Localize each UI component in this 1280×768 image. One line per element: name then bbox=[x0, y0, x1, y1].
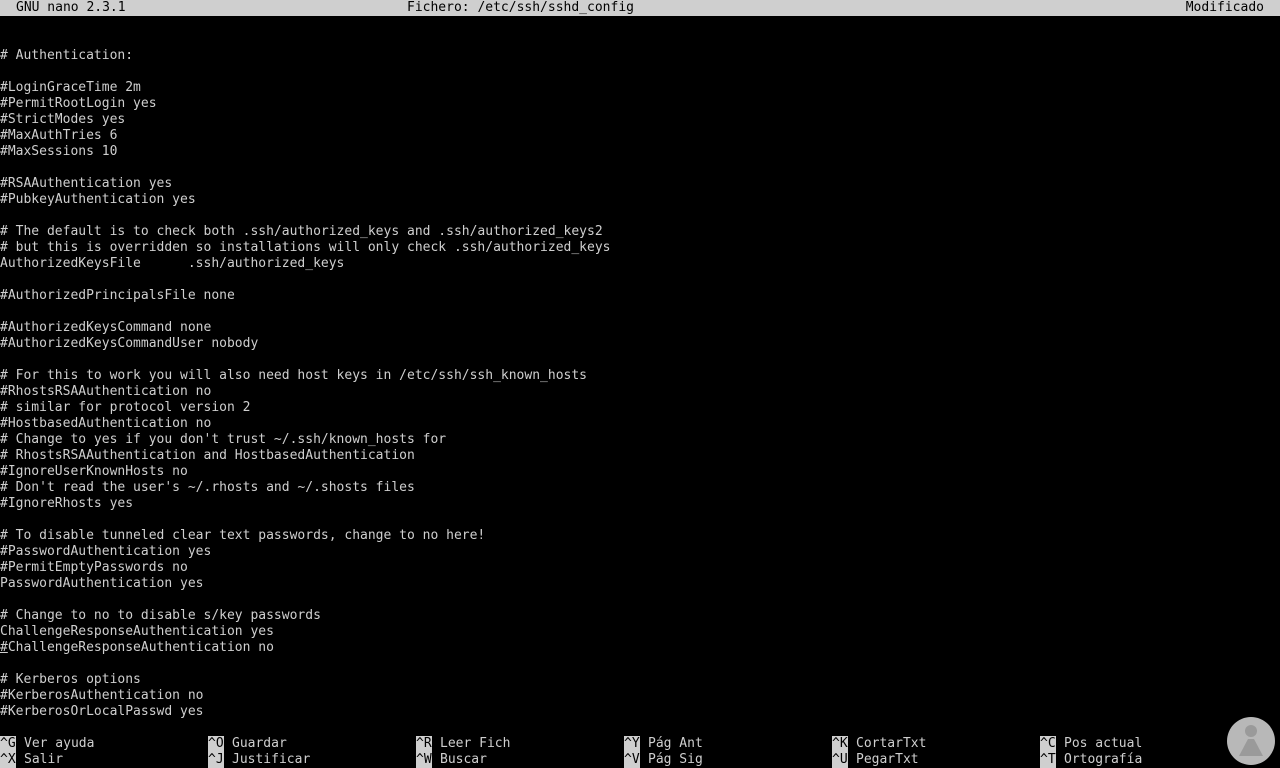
shortcut-key: ^V bbox=[624, 752, 640, 768]
editor-line[interactable]: # For this to work you will also need ho… bbox=[0, 368, 1280, 384]
editor-line[interactable]: #MaxAuthTries 6 bbox=[0, 128, 1280, 144]
editor-line[interactable]: # Change to no to disable s/key password… bbox=[0, 608, 1280, 624]
shortcut-p-g-ant[interactable]: ^Y Pág Ant bbox=[624, 736, 703, 752]
shortcut-label: CortarTxt bbox=[856, 736, 927, 751]
shortcut-key: ^O bbox=[208, 736, 224, 752]
app-version: GNU nano 2.3.1 bbox=[16, 0, 126, 15]
editor-line[interactable] bbox=[0, 160, 1280, 176]
editor-line[interactable]: AuthorizedKeysFile .ssh/authorized_keys bbox=[0, 256, 1280, 272]
editor-line[interactable]: #AuthorizedPrincipalsFile none bbox=[0, 288, 1280, 304]
editor-line-cursor[interactable]: #ChallengeResponseAuthentication no bbox=[0, 640, 1280, 656]
person-logo-icon bbox=[1227, 717, 1275, 765]
shortcut-key: ^K bbox=[832, 736, 848, 752]
editor-line[interactable]: #PubkeyAuthentication yes bbox=[0, 192, 1280, 208]
shortcut-key: ^R bbox=[416, 736, 432, 752]
editor-line[interactable]: #HostbasedAuthentication no bbox=[0, 416, 1280, 432]
editor-line[interactable]: PasswordAuthentication yes bbox=[0, 576, 1280, 592]
editor-line[interactable]: # Authentication: bbox=[0, 48, 1280, 64]
editor-line[interactable] bbox=[0, 352, 1280, 368]
editor-line[interactable]: # Don't read the user's ~/.rhosts and ~/… bbox=[0, 480, 1280, 496]
shortcut-justificar[interactable]: ^J Justificar bbox=[208, 752, 310, 768]
shortcut-label: PegarTxt bbox=[856, 752, 919, 767]
shortcut-ortograf-a[interactable]: ^T Ortografía bbox=[1040, 752, 1142, 768]
editor-line[interactable]: #PasswordAuthentication yes bbox=[0, 544, 1280, 560]
shortcut-key: ^U bbox=[832, 752, 848, 768]
shortcut-key: ^C bbox=[1040, 736, 1056, 752]
editor-line[interactable]: #PermitRootLogin yes bbox=[0, 96, 1280, 112]
shortcut-leer-fich[interactable]: ^R Leer Fich bbox=[416, 736, 510, 752]
editor-line[interactable]: #KerberosOrLocalPasswd yes bbox=[0, 704, 1280, 720]
editor-line[interactable]: ChallengeResponseAuthentication yes bbox=[0, 624, 1280, 640]
shortcut-key: ^Y bbox=[624, 736, 640, 752]
editor-line[interactable]: # RhostsRSAAuthentication and HostbasedA… bbox=[0, 448, 1280, 464]
editor-line[interactable]: #PermitEmptyPasswords no bbox=[0, 560, 1280, 576]
editor-line[interactable]: #RhostsRSAAuthentication no bbox=[0, 384, 1280, 400]
editor-line[interactable]: # similar for protocol version 2 bbox=[0, 400, 1280, 416]
editor-line[interactable] bbox=[0, 208, 1280, 224]
editor-line-text[interactable]: #ChallengeResponseAuthentication no bbox=[0, 640, 274, 655]
shortcut-label: Pos actual bbox=[1064, 736, 1143, 751]
shortcut-label: Justificar bbox=[232, 752, 311, 767]
shortcut-label: Pág Sig bbox=[648, 752, 703, 767]
shortcut-p-g-sig[interactable]: ^V Pág Sig bbox=[624, 752, 703, 768]
shortcut-key: ^X bbox=[0, 752, 16, 768]
editor-line[interactable]: #LoginGraceTime 2m bbox=[0, 80, 1280, 96]
modified-status: Modificado bbox=[1185, 0, 1264, 15]
editor-line[interactable]: #AuthorizedKeysCommandUser nobody bbox=[0, 336, 1280, 352]
shortcut-guardar[interactable]: ^O Guardar bbox=[208, 736, 287, 752]
shortcut-key: ^J bbox=[208, 752, 224, 768]
editor-line[interactable]: #RSAAuthentication yes bbox=[0, 176, 1280, 192]
editor-line[interactable] bbox=[0, 304, 1280, 320]
shortcut-key: ^W bbox=[416, 752, 432, 768]
shortcut-label: Ver ayuda bbox=[24, 736, 95, 751]
shortcut-salir[interactable]: ^X Salir bbox=[0, 752, 63, 768]
editor-line[interactable]: #IgnoreUserKnownHosts no bbox=[0, 464, 1280, 480]
text-editor-area[interactable]: # Authentication: #LoginGraceTime 2m #Perm… bbox=[0, 48, 1280, 720]
editor-line[interactable]: #KerberosAuthentication no bbox=[0, 688, 1280, 704]
shortcut-pos-actual[interactable]: ^C Pos actual bbox=[1040, 736, 1142, 752]
editor-line[interactable] bbox=[0, 592, 1280, 608]
editor-line[interactable]: #AuthorizedKeysCommand none bbox=[0, 320, 1280, 336]
editor-line[interactable]: #MaxSessions 10 bbox=[0, 144, 1280, 160]
shortcut-label: Buscar bbox=[440, 752, 487, 767]
editor-line[interactable] bbox=[0, 64, 1280, 80]
editor-line[interactable]: #IgnoreRhosts yes bbox=[0, 496, 1280, 512]
editor-line[interactable]: # Change to yes if you don't trust ~/.ss… bbox=[0, 432, 1280, 448]
shortcut-buscar[interactable]: ^W Buscar bbox=[416, 752, 487, 768]
shortcut-cortartxt[interactable]: ^K CortarTxt bbox=[832, 736, 926, 752]
editor-line[interactable] bbox=[0, 272, 1280, 288]
shortcut-label: Salir bbox=[24, 752, 64, 767]
editor-line[interactable]: #StrictModes yes bbox=[0, 112, 1280, 128]
shortcut-ver-ayuda[interactable]: ^G Ver ayuda bbox=[0, 736, 94, 752]
shortcut-label: Leer Fich bbox=[440, 736, 511, 751]
nano-title-bar: GNU nano 2.3.1 Fichero: /etc/ssh/sshd_co… bbox=[0, 0, 1280, 16]
shortcut-label: Pág Ant bbox=[648, 736, 703, 751]
shortcut-bar: ^G Ver ayuda ^X Salir ^O Guardar ^J Justificar ^… bbox=[0, 736, 1280, 768]
shortcut-key: ^G bbox=[0, 736, 16, 752]
file-name: Fichero: /etc/ssh/sshd_config bbox=[407, 0, 634, 15]
editor-line[interactable]: # Kerberos options bbox=[0, 672, 1280, 688]
editor-line[interactable]: # The default is to check both .ssh/auth… bbox=[0, 224, 1280, 240]
shortcut-pegartxt[interactable]: ^U PegarTxt bbox=[832, 752, 919, 768]
editor-line[interactable]: # but this is overridden so installation… bbox=[0, 240, 1280, 256]
shortcut-key: ^T bbox=[1040, 752, 1056, 768]
shortcut-label: Ortografía bbox=[1064, 752, 1143, 767]
editor-line[interactable] bbox=[0, 656, 1280, 672]
editor-line[interactable] bbox=[0, 512, 1280, 528]
editor-line[interactable]: # To disable tunneled clear text passwor… bbox=[0, 528, 1280, 544]
shortcut-label: Guardar bbox=[232, 736, 287, 751]
